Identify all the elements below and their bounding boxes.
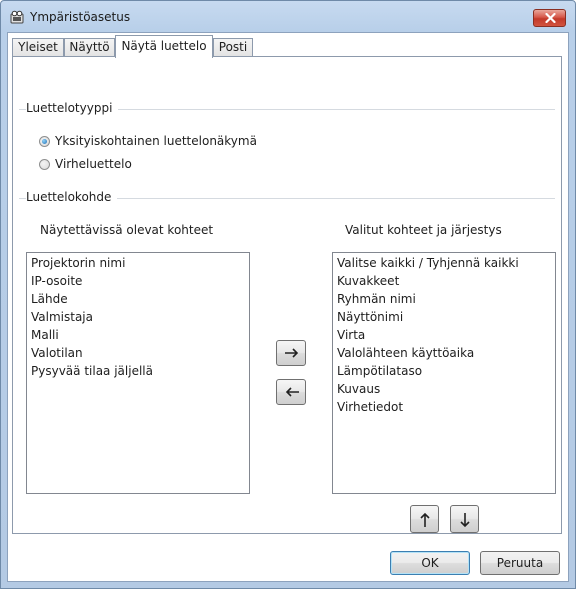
close-icon (545, 13, 556, 23)
available-items-list[interactable]: Projektorin nimi IP-osoite Lähde Valmistaja… (26, 252, 250, 494)
list-type-heading: Luettelotyyppi (26, 101, 119, 115)
add-item-button[interactable] (276, 340, 306, 366)
ok-button[interactable]: OK (390, 551, 470, 575)
tab-posti[interactable]: Posti (213, 38, 253, 57)
window-title: Ympäristöasetus (30, 10, 131, 24)
list-item[interactable]: Näyttönimi (333, 308, 555, 326)
list-item[interactable]: Valmistaja (27, 308, 249, 326)
dialog-client: Yleiset Näyttö Näytä luettelo Posti Luet… (7, 32, 569, 582)
radio-detailed-list-label: Yksityiskohtainen luettelonäkymä (55, 134, 257, 148)
list-item[interactable]: Pysyvää tilaa jäljellä (27, 362, 249, 380)
selected-items-caption: Valitut kohteet ja järjestys (345, 223, 502, 237)
title-bar[interactable]: Ympäristöasetus (1, 1, 575, 31)
arrow-up-icon (420, 512, 430, 527)
list-item[interactable]: Lämpötilataso (333, 362, 555, 380)
list-item[interactable]: Virta (333, 326, 555, 344)
radio-dot (42, 139, 47, 144)
arrow-left-icon (285, 387, 299, 397)
close-button[interactable] (533, 9, 566, 27)
tab-naytto[interactable]: Näyttö (64, 38, 115, 57)
list-item[interactable]: Valitse kaikki / Tyhjennä kaikki (333, 254, 555, 272)
tab-yleiset[interactable]: Yleiset (12, 38, 64, 57)
list-item[interactable]: Ryhmän nimi (333, 290, 555, 308)
list-item[interactable]: Kuvaus (333, 380, 555, 398)
list-item[interactable]: Valolähteen käyttöaika (333, 344, 555, 362)
list-item[interactable]: Virhetiedot (333, 398, 555, 416)
remove-item-button[interactable] (276, 379, 306, 405)
arrow-right-icon (285, 348, 299, 358)
radio-button-selected[interactable] (39, 136, 50, 147)
list-item[interactable]: Valotilan (27, 344, 249, 362)
move-up-button[interactable] (410, 505, 439, 533)
arrow-down-icon (460, 513, 470, 528)
list-item[interactable]: Lähde (27, 290, 249, 308)
radio-error-list-label: Virheluettelo (55, 157, 132, 171)
tab-panel: Luettelotyyppi Yksityiskohtainen luettel… (12, 56, 562, 534)
list-item[interactable]: Malli (27, 326, 249, 344)
settings-window: Ympäristöasetus Yleiset Näyttö Näytä lue… (0, 0, 576, 589)
selected-items-list[interactable]: Valitse kaikki / Tyhjennä kaikki Kuvakkee… (332, 252, 556, 494)
tab-nayta-luettelo[interactable]: Näytä luettelo (115, 35, 213, 58)
available-items-caption: Näytettävissä olevat kohteet (40, 223, 214, 237)
radio-button[interactable] (39, 159, 50, 170)
radio-error-list[interactable]: Virheluettelo (39, 157, 159, 173)
move-down-button[interactable] (450, 505, 479, 533)
list-items-heading: Luettelokohde (26, 190, 118, 204)
list-item[interactable]: Projektorin nimi (27, 254, 249, 272)
radio-detailed-list[interactable]: Yksityiskohtainen luettelonäkymä (39, 134, 279, 150)
settings-app-icon (10, 10, 24, 24)
list-item[interactable]: Kuvakkeet (333, 272, 555, 290)
cancel-button[interactable]: Peruuta (480, 551, 560, 575)
list-item[interactable]: IP-osoite (27, 272, 249, 290)
